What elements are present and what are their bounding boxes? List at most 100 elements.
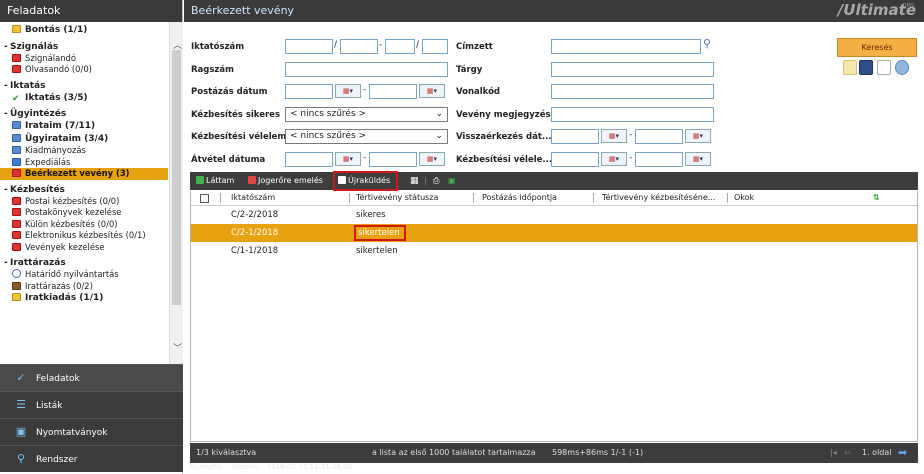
cell-statusz: sikeres [356, 210, 386, 220]
kezbesitesi-velelem-select[interactable]: < nincs szűrés > ⌄ [285, 129, 448, 144]
tree-item-beerkezett-veveny[interactable]: Beérkezett vevény (3) [0, 168, 168, 180]
clear-icon[interactable] [843, 60, 857, 75]
search-button[interactable]: Keresés [837, 38, 917, 57]
kezbesitesi-velelem-from-input[interactable] [551, 152, 599, 167]
visszaerkezes-from-input[interactable] [551, 129, 599, 144]
cimzett-input[interactable] [551, 39, 701, 54]
calendar-icon[interactable]: ▦▾ [601, 129, 627, 143]
iktatoszam-year-input[interactable] [422, 39, 448, 54]
first-page-icon[interactable]: |◂ [830, 443, 837, 463]
email-icon [12, 231, 21, 239]
gavel-icon [248, 176, 256, 184]
nav-listak[interactable]: ☰ Listák [0, 391, 183, 418]
atvetel-datum-from-input[interactable] [285, 152, 333, 167]
table-row-selected[interactable]: C/2-1/2018 sikertelen [191, 224, 917, 242]
tree-item-bontas[interactable]: Bontás (1/1) [0, 24, 168, 37]
lattam-button[interactable]: Láttam [196, 172, 234, 190]
calendar-icon[interactable]: ▦▾ [685, 152, 711, 166]
postazas-datum-from-input[interactable] [285, 84, 333, 99]
archive-icon [12, 281, 21, 290]
tree-item-postakonyvek[interactable]: Postakönyvek kezelése [0, 207, 168, 219]
tree-group-kezbesites[interactable]: - Kézbesítés [0, 184, 168, 196]
scrollbar-thumb[interactable] [172, 50, 181, 305]
tree-group-iktatas[interactable]: - Iktatás [0, 80, 168, 92]
print-icon[interactable]: ⎙ [433, 172, 439, 190]
document-icon [12, 65, 21, 73]
tree-item-expedialas[interactable]: Expediálás [0, 157, 168, 169]
tree-item-ugyirataim[interactable]: Ügyirataim (3/4) [0, 133, 168, 146]
down-circle-icon[interactable] [895, 60, 909, 75]
ultimate-logo: /Ultimate DMS [837, 1, 916, 19]
send-icon [12, 157, 21, 166]
cell-statusz: sikertelen [356, 246, 398, 256]
tree-item-iratkiadas[interactable]: Iratkiadás (1/1) [0, 292, 168, 305]
tree-item-postai-kezbesites[interactable]: Postai kézbesítés (0/0) [0, 196, 168, 208]
atvetel-datum-to-input[interactable] [369, 152, 417, 167]
column-statusz[interactable]: Tértivevény státusza [356, 191, 438, 205]
grid-status-bar: 1/3 kiválasztva a lista az első 1000 tal… [190, 443, 918, 463]
tree-item-irataim[interactable]: Irataim (7/11) [0, 120, 168, 133]
save-icon[interactable] [859, 60, 873, 75]
calendar-icon[interactable]: ▦▾ [335, 152, 361, 166]
cell-iktatoszam: C/1-1/2018 [231, 246, 279, 256]
vonalkod-input[interactable] [551, 84, 714, 99]
calendar-icon[interactable]: ▦▾ [685, 129, 711, 143]
tree-item-kiadmanyozas[interactable]: Kiadmányozás [0, 145, 168, 157]
folder-icon [12, 293, 21, 301]
iktatoszam-prefix-input[interactable] [285, 39, 333, 54]
tree-item-szignalando[interactable]: Szignálandó [0, 53, 168, 65]
tree-item-hatarido[interactable]: Határidő nyilvántartás [0, 269, 168, 281]
nav-nyomtatvanyok[interactable]: ▣ Nyomtatványok [0, 418, 183, 445]
table-row[interactable]: C/2-2/2018 sikeres [191, 206, 917, 224]
chevron-down-icon: ⌄ [435, 109, 443, 119]
nav-rendszer[interactable]: ⚲ Rendszer [0, 445, 183, 472]
visszaerkezes-to-input[interactable] [635, 129, 683, 144]
tree-item-iktatas[interactable]: ✔ Iktatás (3/5) [0, 92, 168, 105]
calendar-icon[interactable]: ▦▾ [601, 152, 627, 166]
tree-group-ugyintezes[interactable]: - Ügyintézés [0, 108, 168, 120]
kezbesites-sikeres-select[interactable]: < nincs szűrés > ⌄ [285, 107, 448, 122]
label-ragszam: Ragszám [191, 65, 234, 75]
excel-export-icon[interactable]: ▣ [448, 172, 456, 190]
table-row[interactable]: C/1-1/2018 sikertelen [191, 242, 917, 260]
calendar-icon[interactable]: ▦▾ [419, 84, 445, 98]
column-kezbesites[interactable]: Tértivevény kézbesítéséne... [602, 191, 715, 205]
column-iktatoszam[interactable]: Iktatószám [231, 191, 275, 205]
tree-item-olvasando[interactable]: Olvasandó (0/0) [0, 64, 168, 76]
prev-page-icon[interactable]: ⇦ [844, 443, 851, 463]
calendar-icon[interactable]: ▦▾ [419, 152, 445, 166]
calendar-icon[interactable]: ▦▾ [335, 84, 361, 98]
targy-input[interactable] [551, 62, 714, 77]
form-action-icons [837, 60, 917, 78]
tree-item-kulon-kezbesites[interactable]: Külön kézbesítés (0/0) [0, 219, 168, 231]
iktatoszam-main-input[interactable] [340, 39, 378, 54]
label-kezbesites-sikeres: Kézbesítés sikeres [191, 110, 280, 120]
grid-view-icon[interactable]: ▦ [410, 172, 419, 190]
postazas-datum-to-input[interactable] [369, 84, 417, 99]
tree-scrollbar[interactable]: ︿ ﹀ [169, 22, 183, 364]
veveny-megjegyzes-input[interactable] [551, 107, 714, 122]
next-page-icon[interactable]: ➡ [898, 443, 907, 463]
label-kezbesitesi-velelem: Kézbesítési vélelem [191, 132, 287, 142]
label-veveny-megjegyzes: Vevény megjegyzés [456, 110, 551, 120]
tree-item-vevenyek-kezelese[interactable]: Vevények kezelése [0, 242, 168, 254]
new-document-icon[interactable] [877, 60, 891, 75]
column-okok[interactable]: Okok [734, 191, 754, 205]
tree-group-irattarazas[interactable]: - Irattárazás [0, 257, 168, 269]
ragszam-input[interactable] [285, 62, 448, 77]
cell-iktatoszam: C/2-2/2018 [231, 210, 279, 220]
refresh-icon[interactable]: ⇅ [873, 191, 880, 205]
iktatoszam-sub-input[interactable] [385, 39, 415, 54]
tree-item-irattarazas[interactable]: Irattárazás (0/2) [0, 281, 168, 293]
dash-separator: - [363, 85, 367, 95]
tree-item-elektronikus-kezbesites[interactable]: Elektronikus kézbesítés (0/1) [0, 230, 168, 242]
kezbesitesi-velelem-to-input[interactable] [635, 152, 683, 167]
toolbar-divider: | [424, 176, 427, 185]
jogerore-emeles-button[interactable]: Jogerőre emelés [248, 172, 323, 190]
column-postazas-idopontja[interactable]: Postázás időpontja [482, 191, 557, 205]
search-icon[interactable]: ⚲ [703, 37, 711, 50]
scroll-down-icon[interactable]: ﹀ [173, 341, 182, 354]
nav-feladatok[interactable]: ✓ Feladatok [0, 364, 183, 391]
tree-group-szignalas[interactable]: - Szignálás [0, 41, 168, 53]
select-all-checkbox[interactable] [200, 194, 209, 203]
